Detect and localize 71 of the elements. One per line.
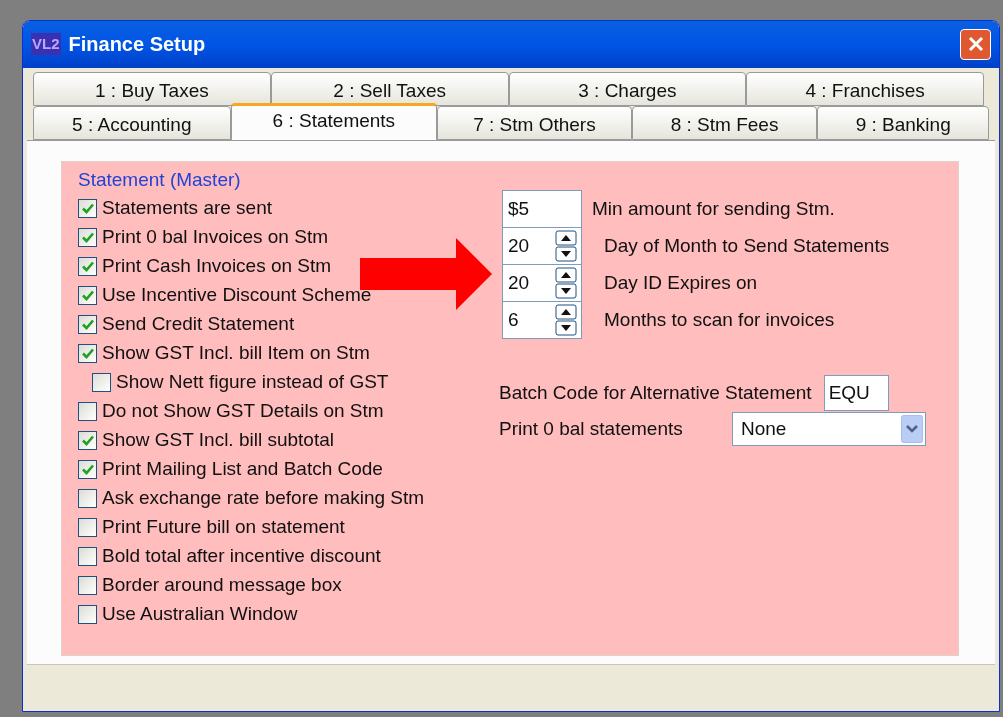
- checkbox-label: Print Mailing List and Batch Code: [102, 457, 383, 482]
- checkmark-icon: [81, 347, 94, 359]
- checkmark-icon: [81, 289, 94, 301]
- app-icon: VL2: [31, 33, 61, 56]
- spinner-field[interactable]: 20: [502, 263, 582, 302]
- spinner-value: 20: [508, 270, 531, 295]
- tab[interactable]: 3 : Charges: [508, 71, 747, 106]
- spinner-arrows-icon: [555, 229, 577, 262]
- checkbox-label: Show GST Incl. bill subtotal: [102, 428, 334, 453]
- checkbox-label: Do not Show GST Details on Stm: [102, 399, 384, 424]
- checkbox[interactable]: [78, 314, 97, 334]
- checkbox-label: Show GST Incl. bill Item on Stm: [102, 341, 370, 366]
- tab[interactable]: 5 : Accounting: [33, 105, 231, 140]
- checkbox-label: Ask exchange rate before making Stm: [102, 486, 425, 511]
- tab[interactable]: 7 : Stm Others: [437, 105, 632, 140]
- tab[interactable]: 4 : Franchises: [746, 71, 984, 106]
- checkbox-label: Print Future bill on statement: [102, 515, 345, 540]
- checkbox-label: Statements are sent: [102, 196, 273, 221]
- field-label: Min amount for sending Stm.: [592, 196, 835, 221]
- checkbox[interactable]: [78, 459, 97, 479]
- spinner-arrows-icon: [555, 266, 577, 299]
- spinner-field[interactable]: 6: [502, 300, 582, 339]
- field-label: Months to scan for invoices: [604, 308, 835, 333]
- checkmark-icon: [81, 202, 94, 214]
- checkbox[interactable]: [78, 198, 97, 218]
- spinner-field[interactable]: 20: [502, 226, 582, 265]
- checkmark-icon: [81, 463, 94, 475]
- checkmark-icon: [81, 434, 94, 446]
- checkmark-icon: [81, 231, 94, 243]
- print-zero-bal-label: Print 0 bal statements: [499, 416, 684, 441]
- batch-code-field[interactable]: EQU: [823, 374, 889, 411]
- close-icon: [967, 36, 984, 53]
- dropdown[interactable]: None: [732, 411, 926, 446]
- checkbox-label: Print 0 bal Invoices on Stm: [102, 225, 328, 250]
- checkbox[interactable]: [78, 430, 97, 450]
- checkmark-icon: [81, 318, 94, 330]
- close-button[interactable]: [960, 28, 991, 60]
- dropdown-value: None: [741, 416, 788, 441]
- spinner-value: 20: [508, 233, 531, 258]
- checkbox-label: Print Cash Invoices on Stm: [102, 254, 332, 279]
- checkbox-label: Send Credit Statement: [102, 312, 295, 337]
- tab[interactable]: 2 : Sell Taxes: [270, 71, 509, 106]
- checkbox-label: Use Australian Window: [102, 602, 298, 627]
- checkbox[interactable]: [78, 575, 97, 595]
- checkbox[interactable]: [78, 227, 97, 247]
- tab[interactable]: 6 : Statements: [230, 102, 438, 140]
- checkbox[interactable]: [78, 285, 97, 305]
- checkbox-label: Border around message box: [102, 573, 342, 598]
- tab[interactable]: 9 : Banking: [817, 105, 989, 140]
- tab[interactable]: 8 : Stm Fees: [631, 105, 818, 140]
- checkbox[interactable]: [78, 256, 97, 276]
- field-label: Day ID Expires on: [604, 271, 758, 296]
- checkbox[interactable]: [78, 517, 97, 537]
- checkbox-label: Bold total after incentive discount: [102, 544, 381, 569]
- checkbox-label: Show Nett figure instead of GST: [116, 370, 389, 395]
- checkbox[interactable]: [78, 343, 97, 363]
- checkbox[interactable]: [78, 488, 97, 508]
- checkbox-label: Use Incentive Discount Scheme: [102, 283, 372, 308]
- checkbox[interactable]: [92, 372, 111, 392]
- checkbox[interactable]: [78, 546, 97, 566]
- checkbox[interactable]: [78, 604, 97, 624]
- window-title: Finance Setup: [68, 32, 207, 58]
- spinner-arrows-icon: [555, 303, 577, 336]
- checkmark-icon: [81, 260, 94, 272]
- group-title: Statement (Master): [78, 167, 242, 192]
- checkbox[interactable]: [78, 401, 97, 421]
- tab[interactable]: 1 : Buy Taxes: [33, 71, 271, 106]
- spinner-value: 6: [508, 307, 520, 332]
- field-label: Day of Month to Send Statements: [604, 234, 890, 259]
- amount-field[interactable]: $5: [502, 189, 582, 228]
- batch-code-label: Batch Code for Alternative Statement: [499, 380, 812, 405]
